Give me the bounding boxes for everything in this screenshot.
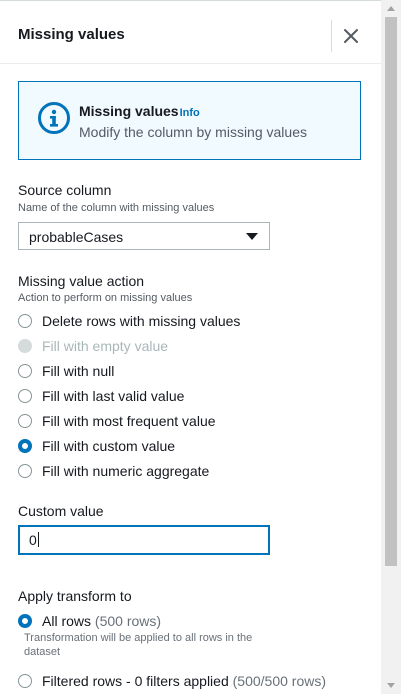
filtered-rows-label: Filtered rows - 0 filters applied — [42, 673, 229, 689]
close-button[interactable] — [339, 24, 363, 48]
radio-label: Fill with numeric aggregate — [42, 463, 210, 479]
header-divider — [331, 20, 332, 52]
radio-fill-last-valid[interactable]: Fill with last valid value — [18, 386, 348, 406]
info-title: Missing valuesInfo — [79, 103, 200, 119]
panel-header: Missing values — [0, 4, 381, 64]
info-link[interactable]: Info — [180, 107, 200, 119]
radio-button — [18, 339, 32, 353]
radio-fill-numeric-aggregate[interactable]: Fill with numeric aggregate — [18, 461, 348, 481]
apply-transform-label: Apply transform to — [18, 588, 132, 604]
scroll-up-arrow-icon[interactable] — [387, 6, 395, 11]
all-rows-count: (500 rows) — [94, 613, 162, 629]
radio-label: Fill with last valid value — [42, 388, 185, 404]
panel-title: Missing values — [18, 26, 125, 43]
radio-delete-rows[interactable]: Delete rows with missing values — [18, 311, 348, 331]
filtered-rows-count: (500/500 rows) — [232, 673, 327, 689]
info-icon — [38, 102, 70, 134]
missing-action-label: Missing value action — [18, 273, 145, 289]
info-description: Modify the column by missing values — [79, 124, 307, 140]
source-column-label: Source column — [18, 182, 112, 198]
missing-action-description: Action to perform on missing values — [18, 292, 193, 304]
source-column-select[interactable]: probableCases — [18, 222, 270, 250]
scroll-thumb[interactable] — [385, 17, 397, 566]
vertical-scrollbar[interactable] — [381, 0, 401, 694]
custom-value-text-content: 0 — [29, 532, 37, 548]
radio-filtered-rows[interactable]: Filtered rows - 0 filters applied (500/5… — [18, 671, 348, 691]
radio-label: Delete rows with missing values — [42, 313, 241, 329]
radio-button[interactable] — [18, 674, 32, 688]
missing-values-panel: Missing values Missing valuesInfo Modify… — [0, 0, 381, 694]
radio-button[interactable] — [18, 414, 32, 428]
custom-value-label: Custom value — [18, 503, 104, 519]
info-alert: Missing valuesInfo Modify the column by … — [18, 81, 361, 160]
custom-value-input[interactable]: 0 — [18, 525, 270, 555]
scroll-down-arrow-icon[interactable] — [387, 683, 395, 688]
radio-label: All rows (500 rows) — [42, 613, 161, 629]
caret-down-icon — [246, 233, 258, 240]
all-rows-label: All rows — [42, 613, 92, 629]
radio-button[interactable] — [18, 314, 32, 328]
radio-label: Fill with null — [42, 363, 115, 379]
radio-button[interactable] — [18, 389, 32, 403]
radio-button[interactable] — [18, 364, 32, 378]
custom-value-text: 0 — [29, 532, 39, 548]
source-column-value: probableCases — [29, 229, 124, 245]
radio-button-checked[interactable] — [18, 439, 32, 453]
text-caret — [37, 532, 39, 547]
radio-label: Fill with custom value — [42, 438, 176, 454]
radio-label: Fill with empty value — [42, 338, 169, 354]
close-icon — [344, 29, 358, 43]
radio-fill-null[interactable]: Fill with null — [18, 361, 348, 381]
info-title-text: Missing values — [79, 103, 179, 119]
radio-label: Fill with most frequent value — [42, 413, 216, 429]
radio-button[interactable] — [18, 464, 32, 478]
radio-label: Filtered rows - 0 filters applied (500/5… — [42, 673, 326, 689]
radio-fill-custom[interactable]: Fill with custom value — [18, 436, 348, 456]
radio-all-rows[interactable]: All rows (500 rows) — [18, 611, 348, 631]
radio-fill-empty: Fill with empty value — [18, 336, 348, 356]
source-column-description: Name of the column with missing values — [18, 202, 215, 214]
all-rows-description: Transformation will be applied to all ro… — [24, 632, 253, 658]
radio-button-checked[interactable] — [18, 614, 32, 628]
radio-fill-most-frequent[interactable]: Fill with most frequent value — [18, 411, 348, 431]
